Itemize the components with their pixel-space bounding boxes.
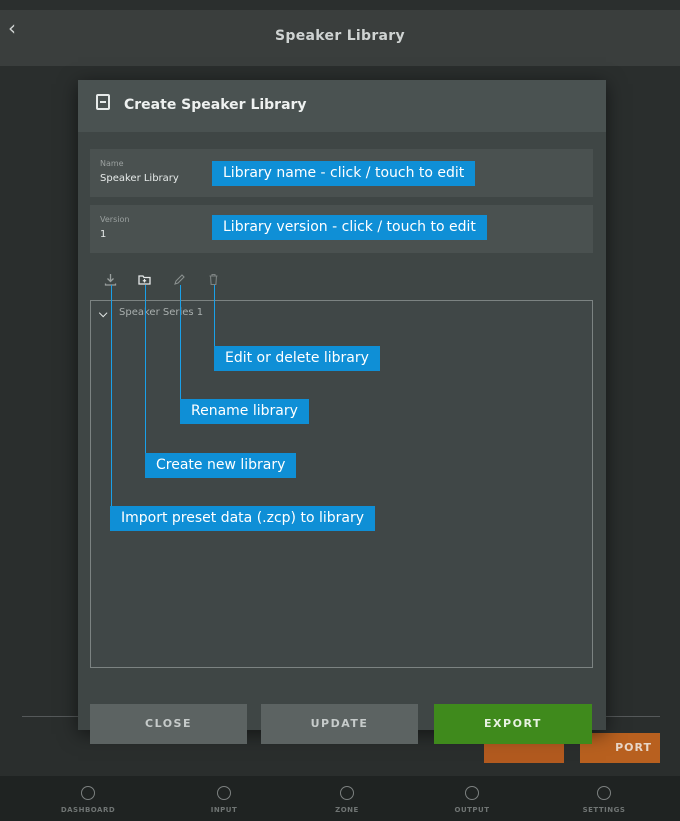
name-field-value: Speaker Library bbox=[100, 173, 179, 184]
background-export-button[interactable]: PORT bbox=[580, 733, 660, 763]
nav-label: SETTINGS bbox=[582, 806, 626, 814]
settings-icon bbox=[597, 786, 611, 800]
callout-library-version: Library version - click / touch to edit bbox=[212, 215, 487, 240]
nav-label: OUTPUT bbox=[454, 806, 490, 814]
output-icon bbox=[465, 786, 479, 800]
nav-item-output[interactable]: OUTPUT bbox=[404, 776, 540, 821]
update-button[interactable]: UPDATE bbox=[261, 704, 418, 744]
nav-item-dashboard[interactable]: DASHBOARD bbox=[20, 776, 156, 821]
nav-item-settings[interactable]: SETTINGS bbox=[536, 776, 672, 821]
callout-leader-line bbox=[180, 285, 181, 412]
dialog-title: Create Speaker Library bbox=[124, 97, 307, 113]
nav-label: DASHBOARD bbox=[60, 806, 116, 814]
chevron-down-icon[interactable]: ⌵ bbox=[99, 307, 107, 321]
tree-item-label[interactable]: Speaker Series 1 bbox=[119, 307, 203, 318]
nav-item-input[interactable]: INPUT bbox=[156, 776, 292, 821]
nav-label: INPUT bbox=[210, 806, 238, 814]
dashboard-icon bbox=[81, 786, 95, 800]
zone-icon bbox=[340, 786, 354, 800]
callout-rename: Rename library bbox=[180, 399, 309, 424]
bottom-nav: DASHBOARD INPUT ZONE OUTPUT SETTINGS bbox=[0, 776, 680, 821]
library-add-icon bbox=[96, 94, 110, 110]
name-field-label: Name bbox=[100, 159, 124, 168]
page-title: Speaker Library bbox=[275, 28, 405, 44]
version-field-label: Version bbox=[100, 215, 130, 224]
export-button[interactable]: EXPORT bbox=[434, 704, 592, 744]
close-button[interactable]: CLOSE bbox=[90, 704, 247, 744]
callout-edit-delete: Edit or delete library bbox=[214, 346, 380, 371]
input-icon bbox=[217, 786, 231, 800]
nav-item-zone[interactable]: ZONE bbox=[279, 776, 415, 821]
version-field-value: 1 bbox=[100, 229, 107, 240]
nav-label: ZONE bbox=[335, 806, 359, 814]
callout-import: Import preset data (.zcp) to library bbox=[110, 506, 375, 531]
callout-create-new: Create new library bbox=[145, 453, 297, 478]
callout-library-name: Library name - click / touch to edit bbox=[212, 161, 476, 186]
callout-leader-line bbox=[145, 285, 146, 465]
callout-leader-line bbox=[111, 285, 112, 519]
